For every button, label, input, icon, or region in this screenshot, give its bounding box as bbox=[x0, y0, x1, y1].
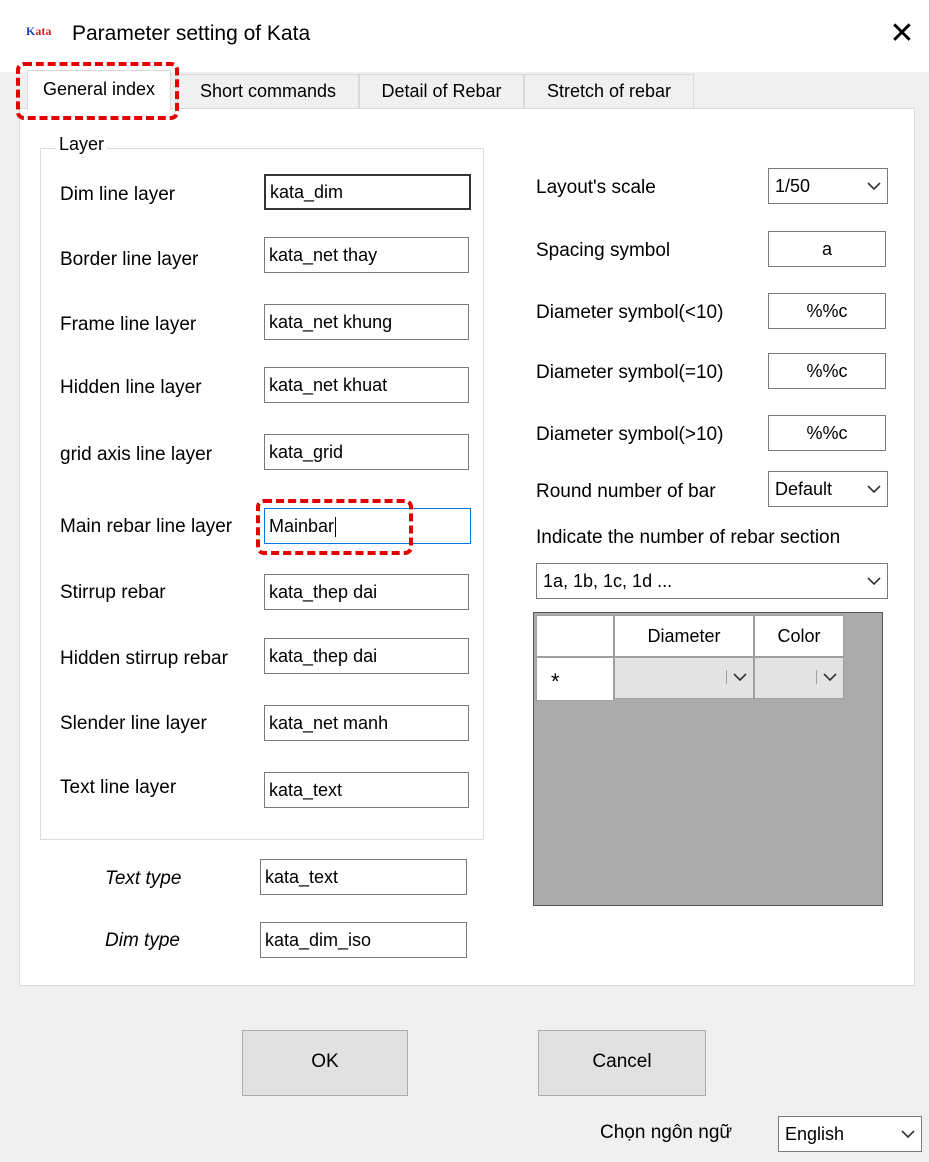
text-type-input[interactable]: kata_text bbox=[260, 859, 467, 895]
hidden-stirrup-rebar-input[interactable]: kata_thep dai bbox=[264, 638, 469, 674]
diameter-lt10-input[interactable]: %%c bbox=[768, 293, 886, 329]
grid-new-row-marker: * bbox=[536, 657, 614, 701]
spacing-symbol-label: Spacing symbol bbox=[536, 240, 671, 261]
language-label: Chọn ngôn ngữ bbox=[600, 1122, 733, 1143]
close-icon[interactable]: ✕ bbox=[884, 14, 920, 54]
text-line-layer-input[interactable]: kata_text bbox=[264, 772, 469, 808]
round-number-label: Round number of bar bbox=[536, 481, 716, 502]
dim-type-label: Dim type bbox=[105, 930, 180, 951]
hidden-line-layer-label: Hidden line layer bbox=[60, 377, 202, 398]
chevron-down-icon bbox=[726, 670, 749, 684]
grid-header-diameter[interactable]: Diameter bbox=[614, 615, 754, 657]
slender-line-layer-input[interactable]: kata_net manh bbox=[264, 705, 469, 741]
cancel-button[interactable]: Cancel bbox=[538, 1030, 706, 1096]
grid-corner-cell bbox=[536, 615, 614, 657]
tab-detail-of-rebar[interactable]: Detail of Rebar bbox=[359, 74, 524, 108]
grid-axis-line-layer-input[interactable]: kata_grid bbox=[264, 434, 469, 470]
rebar-section-label: Indicate the number of rebar section bbox=[536, 527, 841, 548]
grid-color-combo[interactable] bbox=[754, 657, 844, 699]
frame-line-layer-label: Frame line layer bbox=[60, 314, 197, 335]
grid-diameter-combo[interactable] bbox=[614, 657, 754, 699]
rebar-section-select[interactable]: 1a, 1b, 1c, 1d ... bbox=[536, 563, 888, 599]
grid-axis-line-layer-label: grid axis line layer bbox=[60, 444, 213, 465]
window-title: Parameter setting of Kata bbox=[72, 22, 311, 45]
chevron-down-icon bbox=[899, 1127, 917, 1141]
layout-scale-select[interactable]: 1/50 bbox=[768, 168, 888, 204]
frame-line-layer-input[interactable]: kata_net khung bbox=[264, 304, 469, 340]
diameter-gt10-input[interactable]: %%c bbox=[768, 415, 886, 451]
chevron-down-icon bbox=[865, 574, 883, 588]
dim-line-layer-label: Dim line layer bbox=[60, 184, 176, 205]
highlight-general-index-tab bbox=[16, 62, 179, 120]
kata-logo-icon: Kata bbox=[26, 24, 52, 38]
ok-button[interactable]: OK bbox=[242, 1030, 408, 1096]
language-select[interactable]: English bbox=[778, 1116, 922, 1152]
slender-line-layer-label: Slender line layer bbox=[60, 713, 207, 734]
stirrup-rebar-label: Stirrup rebar bbox=[60, 582, 166, 603]
tab-short-commands[interactable]: Short commands bbox=[177, 74, 359, 108]
chevron-down-icon bbox=[865, 179, 883, 193]
diameter-gt10-label: Diameter symbol(>10) bbox=[536, 424, 724, 445]
dim-line-layer-input[interactable]: kata_dim bbox=[264, 174, 471, 210]
dim-type-input[interactable]: kata_dim_iso bbox=[260, 922, 467, 958]
stirrup-rebar-input[interactable]: kata_thep dai bbox=[264, 574, 469, 610]
hidden-line-layer-input[interactable]: kata_net khuat bbox=[264, 367, 469, 403]
hidden-stirrup-rebar-label: Hidden stirrup rebar bbox=[60, 648, 228, 669]
border-line-layer-label: Border line layer bbox=[60, 249, 199, 270]
chevron-down-icon bbox=[816, 670, 839, 684]
round-number-select[interactable]: Default bbox=[768, 471, 888, 507]
highlight-main-rebar-input bbox=[256, 499, 413, 555]
diameter-eq10-input[interactable]: %%c bbox=[768, 353, 886, 389]
text-line-layer-label: Text line layer bbox=[60, 777, 177, 798]
text-type-label: Text type bbox=[105, 868, 182, 889]
diameter-lt10-label: Diameter symbol(<10) bbox=[536, 302, 724, 323]
layout-scale-label: Layout's scale bbox=[536, 177, 656, 198]
diameter-eq10-label: Diameter symbol(=10) bbox=[536, 362, 724, 383]
border-line-layer-input[interactable]: kata_net thay bbox=[264, 237, 469, 273]
tab-stretch-of-rebar[interactable]: Stretch of rebar bbox=[524, 74, 694, 108]
grid-header-color[interactable]: Color bbox=[754, 615, 844, 657]
main-rebar-line-layer-label: Main rebar line layer bbox=[60, 516, 233, 537]
chevron-down-icon bbox=[865, 482, 883, 496]
layer-group-legend: Layer bbox=[56, 134, 108, 155]
spacing-symbol-input[interactable]: a bbox=[768, 231, 886, 267]
